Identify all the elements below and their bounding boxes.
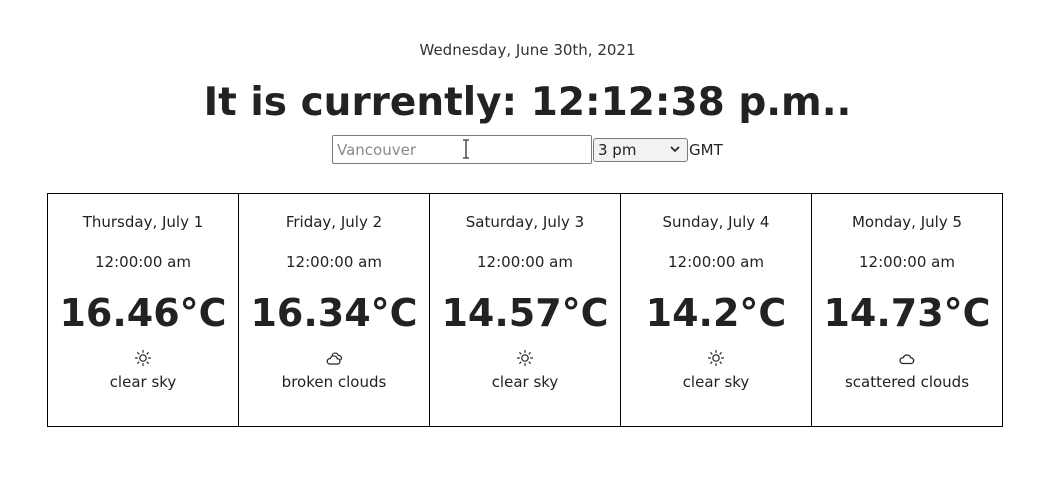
weather-page: Wednesday, June 30th, 2021 It is current… [0, 0, 1055, 489]
timezone-label: GMT [689, 140, 723, 159]
forecast-temperature: 14.2°C [645, 291, 787, 335]
forecast-day: Sunday, July 4 [662, 213, 770, 231]
forecast-card: Friday, July 2 12:00:00 am 16.34°C broke… [238, 193, 430, 427]
time-select-value: 3 pm [598, 140, 637, 159]
forecast-temperature: 14.73°C [823, 291, 991, 335]
forecast-description: clear sky [491, 373, 559, 391]
forecast-description: clear sky [109, 373, 177, 391]
forecast-day: Saturday, July 3 [465, 213, 585, 231]
forecast-card: Saturday, July 3 12:00:00 am 14.57°C cle… [429, 193, 621, 427]
current-time-heading: It is currently: 12:12:38 p.m.. [203, 80, 852, 125]
text-cursor-icon [463, 139, 469, 159]
forecast-time: 12:00:00 am [859, 253, 955, 271]
cloud-icon [899, 354, 915, 365]
forecast-time: 12:00:00 am [477, 253, 573, 271]
search-controls: 3 pm GMT [332, 135, 723, 164]
forecast-card: Monday, July 5 12:00:00 am 14.73°C scatt… [811, 193, 1003, 427]
forecast-card: Sunday, July 4 12:00:00 am 14.2°C clear … [620, 193, 812, 427]
forecast-cards: Thursday, July 1 12:00:00 am 16.46°C cle… [47, 193, 1007, 427]
forecast-day: Friday, July 2 [285, 213, 383, 231]
forecast-description: broken clouds [281, 373, 387, 391]
forecast-day: Monday, July 5 [851, 213, 963, 231]
sun-icon [707, 349, 725, 367]
broken-clouds-icon [326, 352, 342, 365]
chevron-down-icon [670, 145, 680, 152]
sun-icon [516, 349, 534, 367]
forecast-time: 12:00:00 am [286, 253, 382, 271]
sun-icon [134, 349, 152, 367]
forecast-card: Thursday, July 1 12:00:00 am 16.46°C cle… [47, 193, 239, 427]
forecast-temperature: 14.57°C [441, 291, 609, 335]
forecast-temperature: 16.46°C [59, 291, 227, 335]
forecast-description: scattered clouds [844, 373, 970, 391]
forecast-temperature: 16.34°C [250, 291, 418, 335]
forecast-day: Thursday, July 1 [82, 213, 204, 231]
forecast-description: clear sky [682, 373, 750, 391]
forecast-time: 12:00:00 am [95, 253, 191, 271]
current-date: Wednesday, June 30th, 2021 [419, 41, 636, 59]
time-select[interactable]: 3 pm [593, 137, 688, 162]
forecast-time: 12:00:00 am [668, 253, 764, 271]
